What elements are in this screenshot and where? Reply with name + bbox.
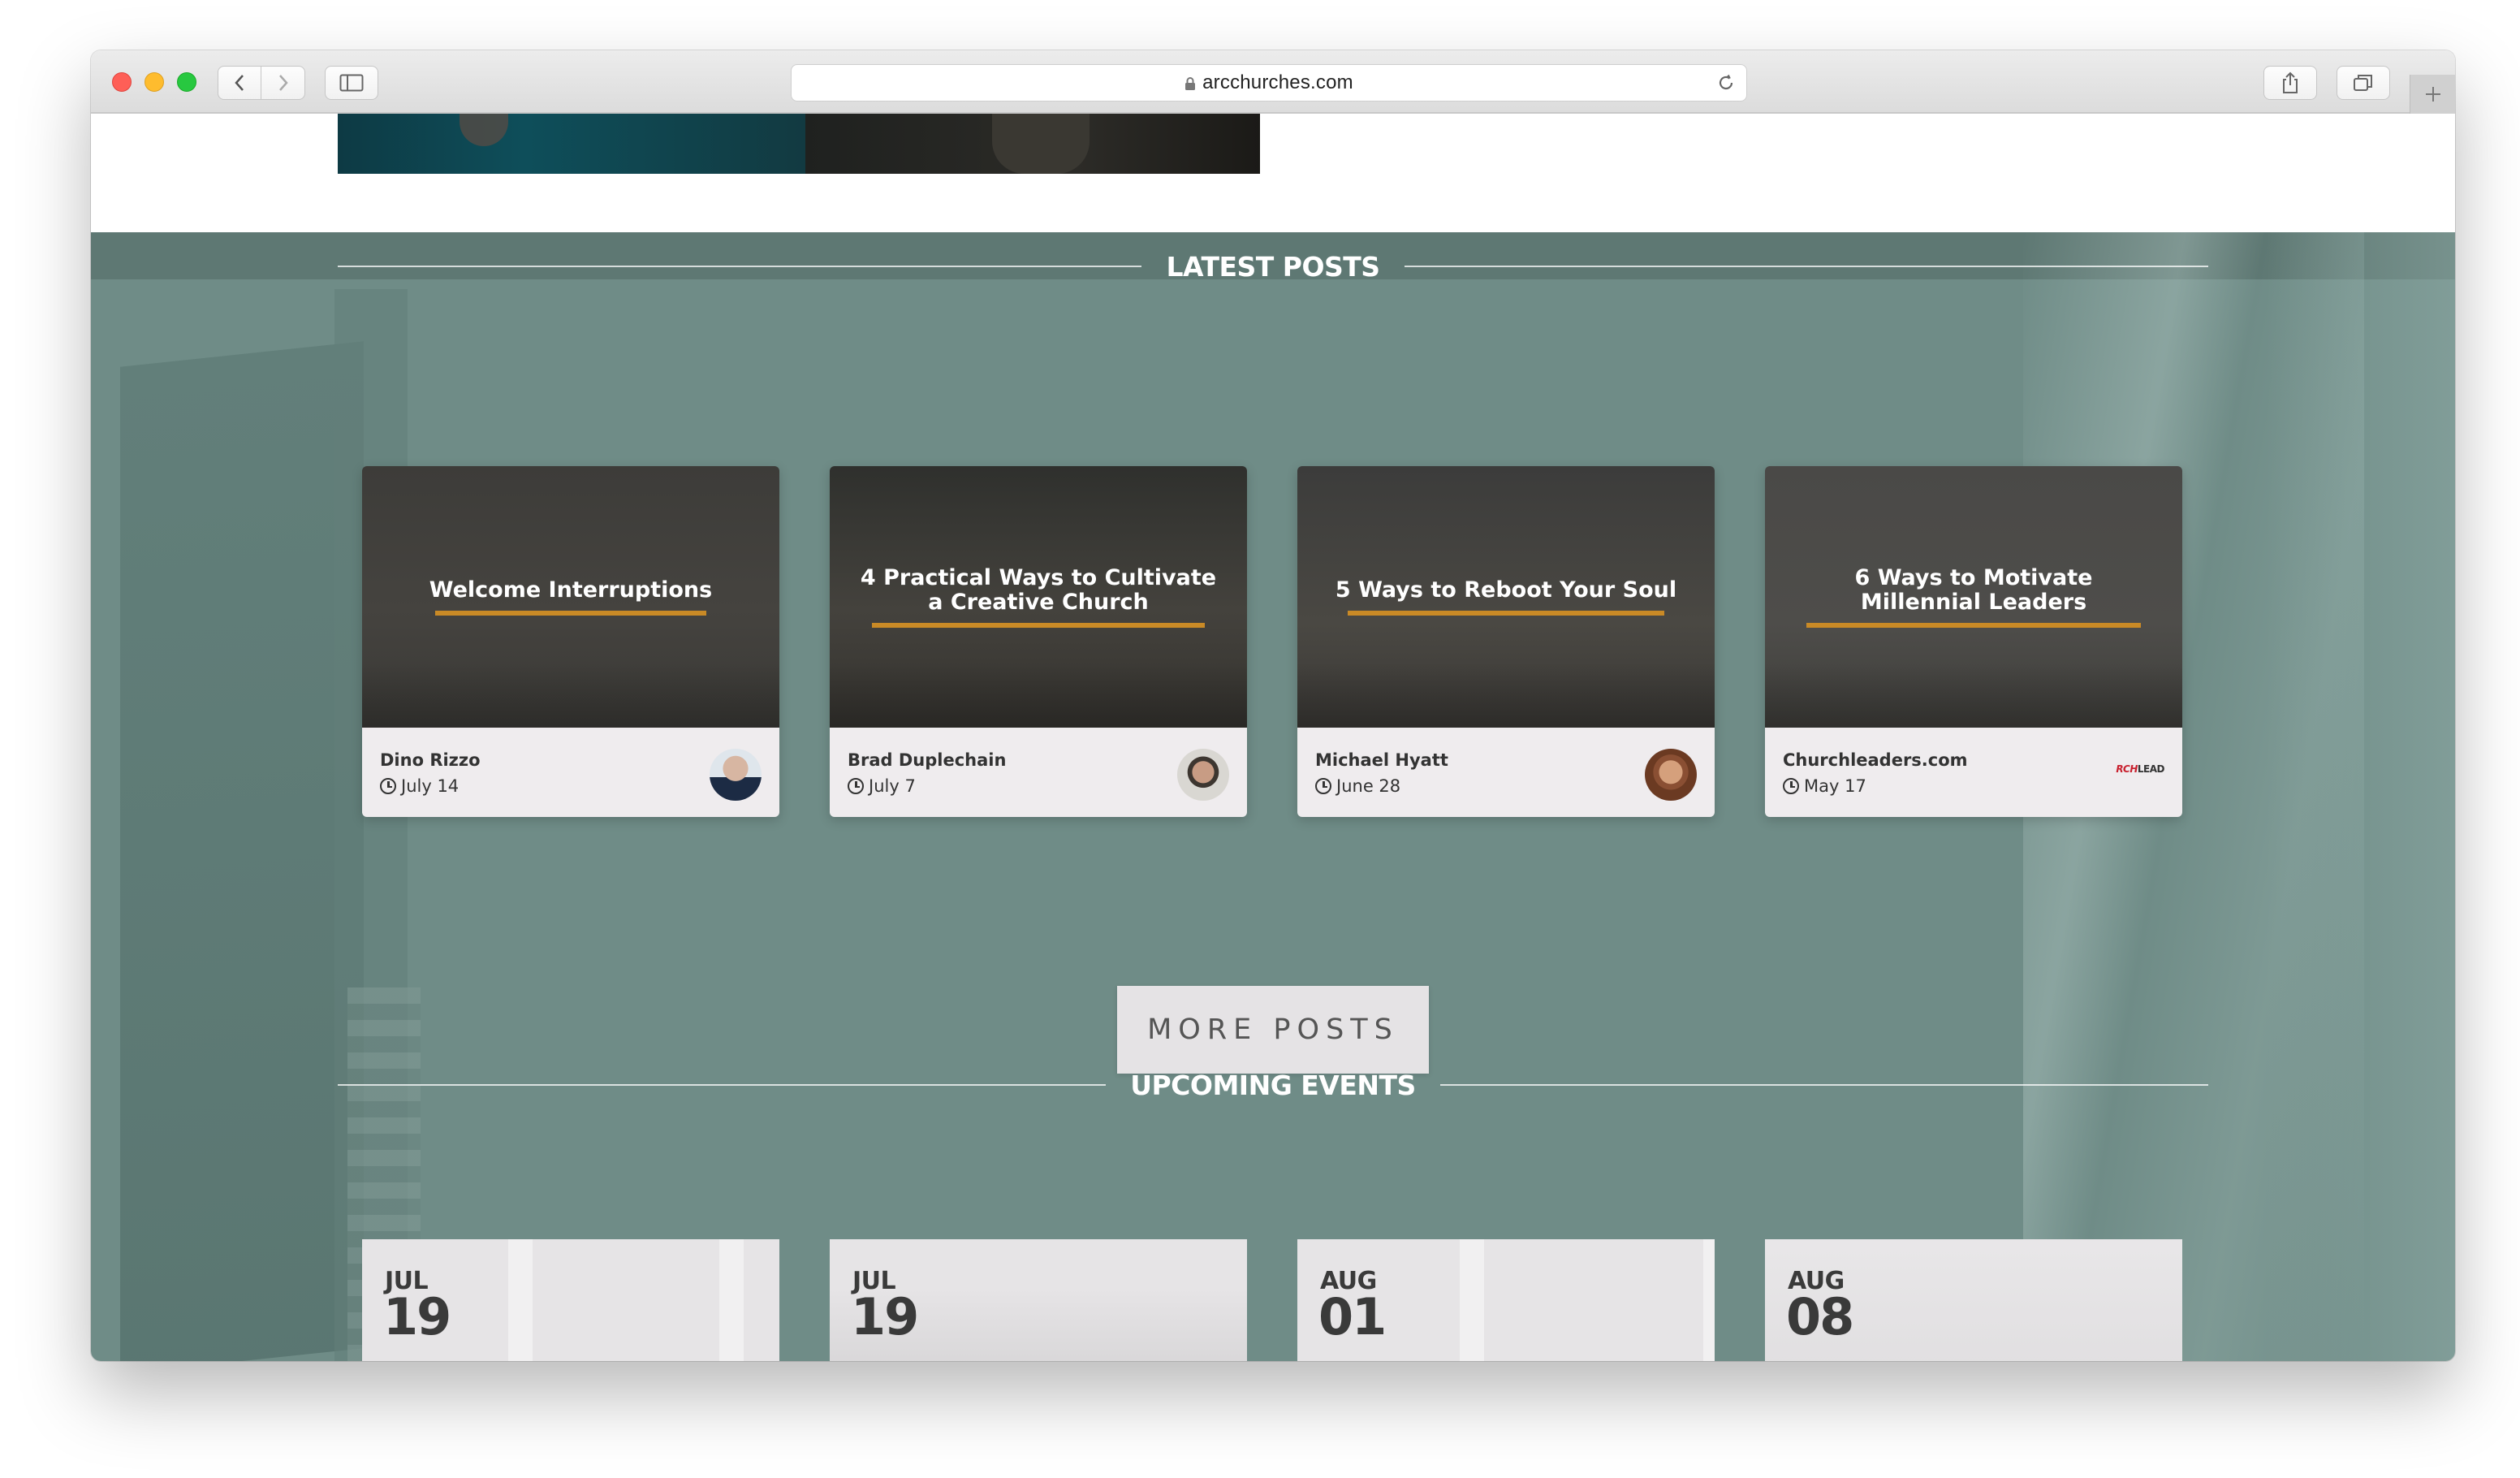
churchleaders-logo: RCHLEAD: [2116, 763, 2164, 775]
post-image[interactable]: 4 Practical Ways to Cultivate a Creative…: [830, 466, 1247, 728]
clock-icon: [1315, 778, 1331, 794]
clock-icon: [848, 778, 864, 794]
browser-toolbar: arcchurches.com: [91, 50, 2455, 114]
post-date: July 14: [401, 776, 460, 796]
heading-rule-left: [338, 266, 1142, 267]
heading-rule-right: [1404, 266, 2209, 267]
post-date-row: July 14: [380, 776, 459, 796]
post-author[interactable]: Dino Rizzo: [380, 750, 481, 770]
post-author[interactable]: Churchleaders.com: [1783, 750, 1968, 770]
hero-image-right: [805, 114, 1260, 174]
share-button[interactable]: [2263, 66, 2317, 100]
post-date: May 17: [1804, 776, 1866, 796]
upcoming-events-title: UPCOMING EVENTS: [1130, 1069, 1416, 1101]
event-card[interactable]: JUL 19: [362, 1239, 779, 1361]
event-day: 19: [851, 1287, 919, 1346]
post-title-block: 5 Ways to Reboot Your Soul: [1336, 578, 1676, 616]
post-footer: Dino Rizzo July 14: [362, 728, 779, 817]
post-date: July 7: [869, 776, 916, 796]
post-image[interactable]: 6 Ways to Motivate Millennial Leaders: [1765, 466, 2182, 728]
latest-posts-heading: LATEST POSTS: [338, 250, 2209, 283]
share-icon: [2283, 71, 2298, 93]
post-card[interactable]: 6 Ways to Motivate Millennial Leaders Ch…: [1765, 466, 2182, 817]
tab-overview-button[interactable]: [2337, 66, 2390, 100]
content-section: LATEST POSTS Welcome Interruptions Dino …: [91, 232, 2455, 1361]
chevron-right-icon: [278, 75, 288, 91]
post-card[interactable]: 4 Practical Ways to Cultivate a Creative…: [830, 466, 1247, 817]
background-building: [120, 341, 364, 1361]
more-posts-button[interactable]: MORE POSTS: [1117, 986, 1429, 1074]
reload-icon[interactable]: [1715, 72, 1737, 93]
latest-posts-title: LATEST POSTS: [1166, 250, 1380, 283]
zoom-window-button[interactable]: [177, 72, 196, 92]
post-card[interactable]: 5 Ways to Reboot Your Soul Michael Hyatt…: [1297, 466, 1715, 817]
event-day: 19: [383, 1287, 451, 1346]
new-tab-button[interactable]: [2410, 75, 2455, 114]
browser-window: arcchurches.com LATEST POSTS Welcome Int…: [91, 50, 2455, 1361]
post-title-underline: [435, 611, 706, 616]
forward-button[interactable]: [261, 66, 305, 100]
post-footer: Brad Duplechain July 7: [830, 728, 1247, 817]
author-avatar: [1177, 749, 1229, 801]
post-title: 5 Ways to Reboot Your Soul: [1335, 577, 1677, 603]
event-day: 01: [1318, 1287, 1387, 1346]
background-curtain-edge: [2267, 232, 2455, 1361]
heading-rule-left: [338, 1084, 1107, 1086]
post-title: Welcome Interruptions: [429, 577, 713, 603]
event-day: 08: [1786, 1287, 1854, 1346]
lock-icon: [1185, 77, 1196, 90]
back-button[interactable]: [218, 66, 261, 100]
post-title-block: 4 Practical Ways to Cultivate a Creative…: [861, 566, 1216, 628]
event-card[interactable]: AUG 01: [1297, 1239, 1715, 1361]
post-date-row: June 28: [1315, 776, 1400, 796]
post-image[interactable]: Welcome Interruptions: [362, 466, 779, 728]
post-card[interactable]: Welcome Interruptions Dino Rizzo July 14: [362, 466, 779, 817]
author-avatar: [1645, 749, 1697, 801]
heading-rule-right: [1439, 1084, 2208, 1086]
address-bar[interactable]: arcchurches.com: [791, 64, 1747, 102]
author-avatar: [710, 749, 762, 801]
close-window-button[interactable]: [112, 72, 132, 92]
hero-area: [91, 114, 2455, 232]
minimize-window-button[interactable]: [145, 72, 164, 92]
clock-icon: [380, 778, 396, 794]
post-image[interactable]: 5 Ways to Reboot Your Soul: [1297, 466, 1715, 728]
post-title-block: Welcome Interruptions: [429, 578, 712, 616]
url-text: arcchurches.com: [1202, 71, 1353, 93]
post-author[interactable]: Michael Hyatt: [1315, 750, 1448, 770]
plus-icon: [2425, 87, 2440, 102]
sidebar-icon: [339, 74, 364, 92]
post-title-block: 6 Ways to Motivate Millennial Leaders: [1806, 566, 2141, 628]
sidebar-toggle-button[interactable]: [325, 66, 378, 100]
post-date: June 28: [1336, 776, 1401, 796]
chevron-left-icon: [235, 75, 244, 91]
hero-image-left: [338, 114, 805, 174]
post-footer: Churchleaders.com May 17 RCHLEAD: [1765, 728, 2182, 817]
upcoming-events-heading: UPCOMING EVENTS: [338, 1069, 2208, 1101]
tabs-icon: [2354, 75, 2372, 91]
post-author[interactable]: Brad Duplechain: [848, 750, 1006, 770]
post-title: 4 Practical Ways to Cultivate a Creative…: [860, 565, 1217, 615]
event-card[interactable]: AUG 08: [1765, 1239, 2182, 1361]
clock-icon: [1783, 778, 1799, 794]
post-footer: Michael Hyatt June 28: [1297, 728, 1715, 817]
post-title: 6 Ways to Motivate Millennial Leaders: [1854, 565, 2093, 615]
post-title-underline: [1348, 611, 1664, 616]
post-date-row: July 7: [848, 776, 916, 796]
post-date-row: May 17: [1783, 776, 1866, 796]
post-title-underline: [1806, 623, 2141, 628]
web-page: LATEST POSTS Welcome Interruptions Dino …: [91, 114, 2455, 1361]
post-title-underline: [872, 623, 1205, 628]
event-card[interactable]: JUL 19: [830, 1239, 1247, 1361]
